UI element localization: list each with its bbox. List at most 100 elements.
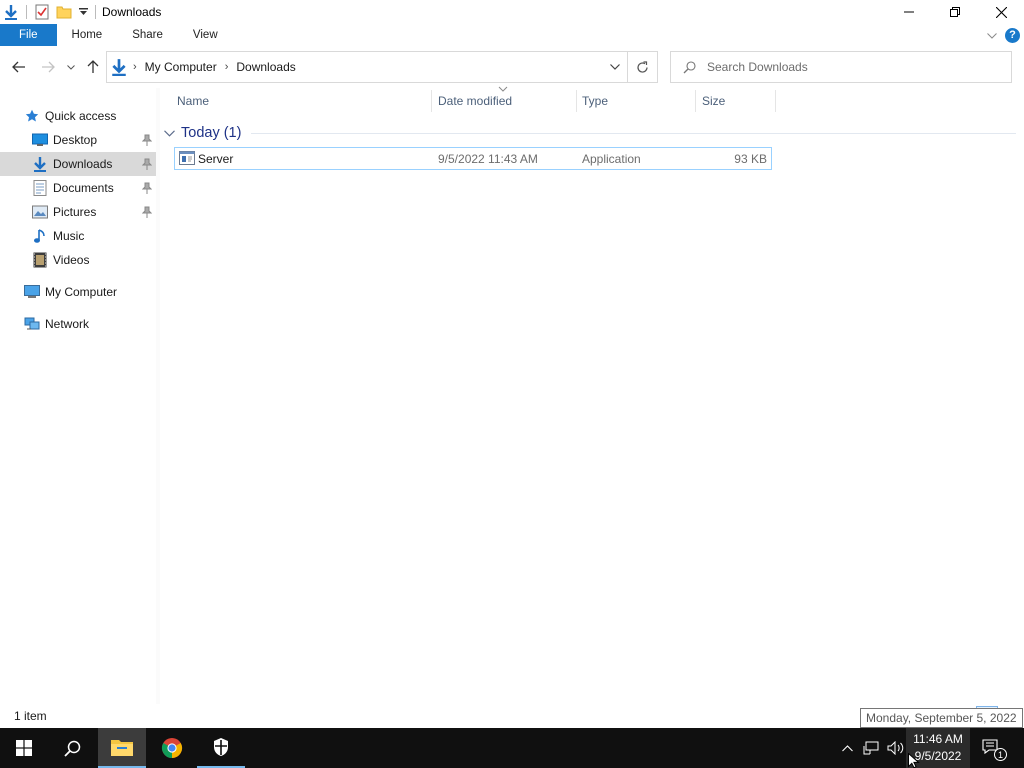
column-header-date-modified[interactable]: Date modified	[432, 88, 576, 114]
nav-item-downloads[interactable]: Downloads	[0, 152, 156, 176]
search-input[interactable]	[707, 60, 997, 74]
file-type: Application	[582, 152, 641, 166]
action-center-button[interactable]: 1	[980, 728, 1007, 768]
back-button[interactable]	[7, 55, 31, 79]
window-controls	[886, 0, 1024, 24]
date-tooltip: Monday, September 5, 2022	[860, 708, 1023, 728]
pin-icon[interactable]	[142, 182, 152, 194]
network-status-icon	[863, 741, 879, 755]
nav-item-videos[interactable]: Videos	[0, 248, 156, 272]
nav-item-my-computer[interactable]: My Computer	[0, 280, 156, 304]
properties-icon[interactable]	[33, 3, 51, 21]
file-explorer-icon	[111, 740, 133, 756]
recent-locations-button[interactable]	[62, 55, 80, 79]
breadcrumb-separator[interactable]: ›	[225, 61, 229, 73]
network-icon	[24, 316, 40, 332]
navigation-pane: Quick access Desktop Downloads Documents…	[0, 100, 156, 704]
tab-file[interactable]: File	[0, 24, 57, 46]
pane-splitter[interactable]	[156, 88, 160, 704]
nav-item-network[interactable]: Network	[0, 312, 156, 336]
group-header-today[interactable]: Today (1)	[164, 122, 1016, 144]
chevron-down-icon	[610, 64, 620, 70]
breadcrumb-downloads[interactable]: Downloads	[236, 60, 295, 74]
nav-item-label: Quick access	[45, 109, 117, 123]
nav-item-label: Network	[45, 317, 90, 331]
address-history-button[interactable]	[603, 52, 627, 82]
show-hidden-icons-button[interactable]	[838, 728, 856, 768]
nav-item-label: Videos	[53, 253, 90, 267]
network-tray-button[interactable]	[860, 728, 882, 768]
collapse-chevron-icon[interactable]	[164, 129, 175, 137]
nav-item-label: Documents	[53, 181, 114, 195]
column-header-type[interactable]: Type	[576, 88, 695, 114]
clock-time: 11:46 AM	[913, 732, 963, 746]
nav-item-desktop[interactable]: Desktop	[0, 128, 156, 152]
search-box[interactable]	[670, 51, 1012, 83]
file-row[interactable]: Server 9/5/2022 11:43 AM Application 93 …	[174, 147, 772, 170]
group-divider	[251, 132, 1016, 134]
application-icon	[179, 151, 195, 165]
taskbar: 11:46 AM 9/5/2022 1	[0, 728, 1024, 768]
customize-toolbar-icon[interactable]	[77, 3, 89, 21]
file-name: Server	[198, 152, 234, 166]
nav-item-label: Pictures	[53, 205, 97, 219]
pin-icon[interactable]	[142, 206, 152, 218]
forward-arrow-icon	[42, 61, 55, 73]
desktop-icon	[32, 132, 48, 148]
downloads-icon[interactable]	[2, 3, 20, 21]
downloads-icon	[32, 156, 48, 172]
tab-view[interactable]: View	[178, 24, 233, 46]
breadcrumb-my-computer[interactable]: My Computer	[145, 60, 217, 74]
column-header-size[interactable]: Size	[696, 88, 775, 114]
minimize-button[interactable]	[886, 0, 932, 24]
mouse-cursor-icon	[908, 753, 920, 768]
nav-item-music[interactable]: Music	[0, 224, 156, 248]
close-icon	[995, 6, 1007, 18]
file-explorer-taskbar-button[interactable]	[98, 728, 146, 768]
refresh-icon	[637, 60, 648, 73]
breadcrumb-separator[interactable]: ›	[133, 61, 137, 73]
group-title: Today (1)	[181, 125, 242, 141]
expand-ribbon-icon[interactable]	[987, 28, 997, 42]
tab-home[interactable]: Home	[57, 24, 118, 46]
nav-item-label: Music	[53, 229, 85, 243]
quick-access-toolbar	[0, 0, 102, 24]
close-button[interactable]	[978, 0, 1024, 24]
nav-item-label: My Computer	[45, 285, 118, 299]
search-taskbar-button[interactable]	[48, 728, 96, 768]
title-bar: Downloads	[0, 0, 1024, 24]
restore-button[interactable]	[932, 0, 978, 24]
computer-icon	[24, 284, 40, 300]
file-date-modified: 9/5/2022 11:43 AM	[438, 152, 538, 166]
column-header-name[interactable]: Name	[171, 88, 431, 114]
music-icon	[32, 228, 48, 244]
start-button[interactable]	[0, 728, 48, 768]
restore-icon	[950, 7, 960, 17]
up-arrow-icon	[87, 60, 99, 73]
tab-share[interactable]: Share	[117, 24, 178, 46]
ribbon-tabs: File Home Share View ?	[0, 24, 1024, 46]
shield-icon	[214, 738, 228, 756]
star-icon	[24, 108, 40, 124]
search-icon	[671, 60, 707, 74]
chrome-icon	[161, 738, 183, 759]
chevron-up-icon	[841, 744, 853, 751]
nav-item-documents[interactable]: Documents	[0, 176, 156, 200]
pin-icon[interactable]	[142, 134, 152, 146]
notification-count-badge: 1	[994, 748, 1007, 761]
chrome-taskbar-button[interactable]	[148, 728, 196, 768]
address-bar[interactable]: › My Computer › Downloads	[106, 51, 658, 83]
new-folder-icon[interactable]	[55, 3, 73, 21]
pin-icon[interactable]	[142, 158, 152, 170]
column-divider[interactable]	[775, 90, 776, 112]
up-button[interactable]	[81, 55, 105, 79]
nav-item-quick-access[interactable]: Quick access	[0, 104, 156, 128]
nav-item-pictures[interactable]: Pictures	[0, 200, 156, 224]
speaker-icon	[887, 741, 903, 755]
nav-item-label: Downloads	[53, 157, 113, 171]
security-taskbar-button[interactable]	[197, 728, 245, 768]
forward-button[interactable]	[36, 55, 60, 79]
volume-tray-button[interactable]	[884, 728, 906, 768]
refresh-button[interactable]	[627, 52, 657, 82]
help-icon[interactable]: ?	[1005, 27, 1020, 43]
